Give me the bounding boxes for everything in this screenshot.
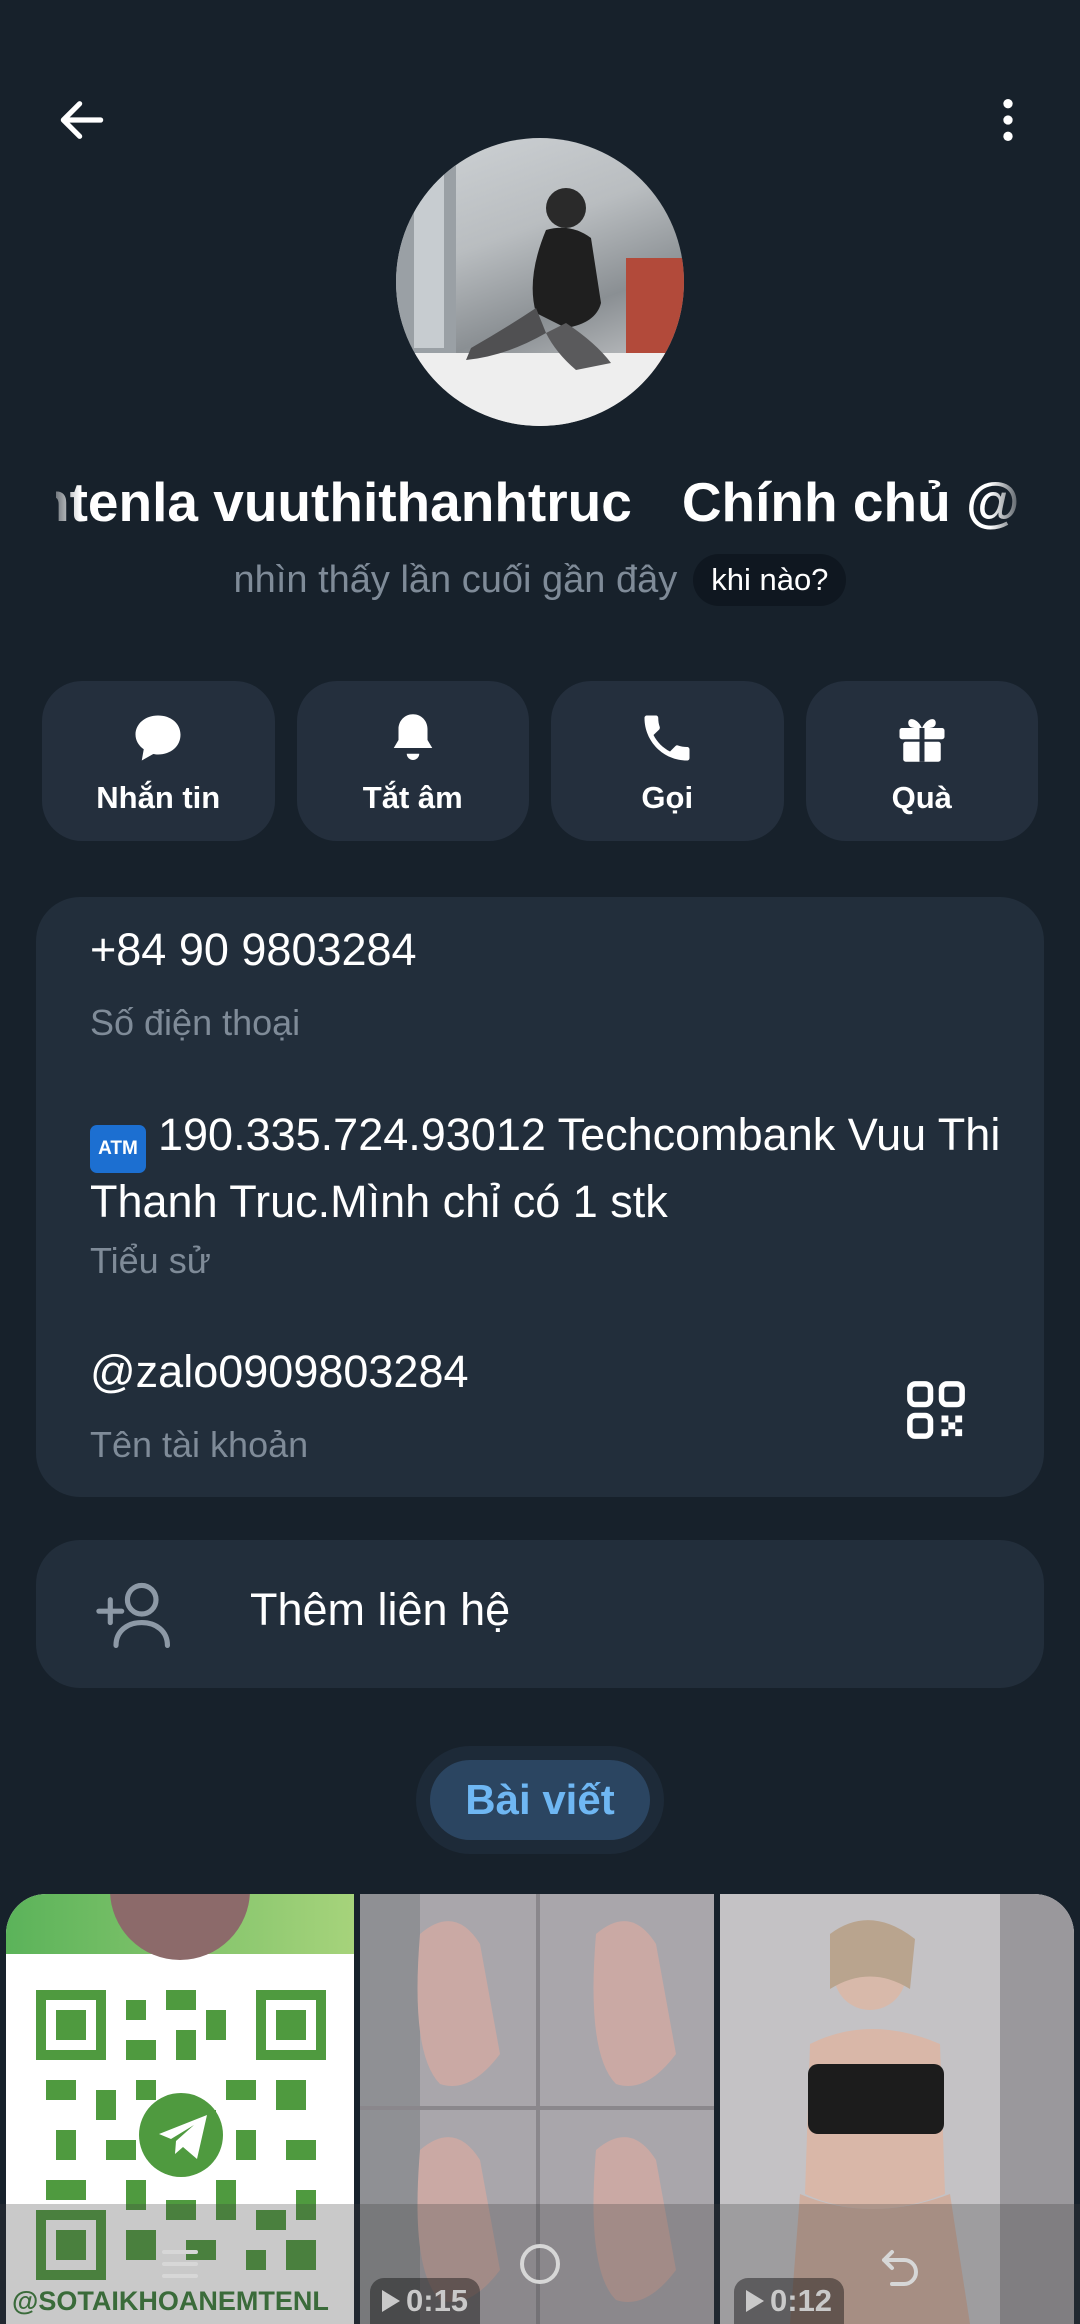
username-label: Tên tài khoản [90,1424,309,1465]
phone-icon [635,706,699,770]
mute-label: Tắt âm [362,780,463,815]
atm-emoji-icon: ATM [90,1125,146,1173]
qr-code-button[interactable] [896,1370,976,1450]
add-contact-label: Thêm liên hệ [250,1584,511,1635]
bio-value: 190.335.724.93012 Techcombank Vuu Thi Th… [90,1109,1001,1227]
message-button[interactable]: Nhắn tin [42,681,275,841]
recent-apps-icon [162,2250,198,2278]
call-button[interactable]: Gọi [551,681,784,841]
bio-label: Tiểu sử [90,1240,211,1281]
add-person-icon [96,1576,176,1652]
phone-number[interactable]: +84 90 9803284 [90,924,417,976]
add-contact-row[interactable] [36,1540,1044,1688]
name-fade-left [40,470,80,550]
phone-label: Số điện thoại [90,1002,301,1043]
tab-posts-label: Bài viết [465,1776,615,1823]
gift-button[interactable]: Quà [805,681,1038,841]
system-navigation-bar [0,2204,1080,2324]
recent-apps-button[interactable] [150,2234,210,2294]
home-circle-icon [520,2244,560,2284]
name-fade-right [990,470,1030,550]
qr-code-icon [907,1381,965,1439]
gift-icon [890,706,954,770]
bell-icon [381,706,445,770]
more-options-button[interactable] [966,78,1050,162]
when-badge[interactable]: khi nào? [693,554,847,606]
gift-label: Quà [891,780,952,815]
avatar-photo [396,138,684,426]
profile-avatar[interactable] [396,138,684,426]
profile-name: ntenla vuuthithanhtruc [56,471,632,533]
system-back-button[interactable] [870,2234,930,2294]
more-vertical-icon [1003,99,1013,141]
message-label: Nhắn tin [96,780,221,815]
message-bubble-icon [126,706,190,770]
back-button[interactable] [40,78,124,162]
last-seen-text: nhìn thấy lần cuối gần đây [233,558,678,601]
username[interactable]: @zalo0909803284 [90,1346,469,1398]
undo-back-icon [882,2250,918,2286]
arrow-left-icon [60,101,104,139]
profile-name-marquee: ntenla vuuthithanhtruc Chính chủ @ [56,470,1020,550]
tab-posts[interactable]: Bài viết [430,1760,650,1840]
mute-button[interactable]: Tắt âm [296,681,529,841]
last-seen-row: nhìn thấy lần cuối gần đây khi nào? [0,552,1080,608]
home-button[interactable] [510,2234,570,2294]
profile-name-repeat: Chính chủ @ [681,471,1020,533]
bio-text[interactable]: ATM 190.335.724.93012 Techcombank Vuu Thi… [90,1106,1010,1230]
action-buttons: Nhắn tin Tắt âm Gọi Quà [42,681,1038,841]
call-label: Gọi [641,780,694,815]
